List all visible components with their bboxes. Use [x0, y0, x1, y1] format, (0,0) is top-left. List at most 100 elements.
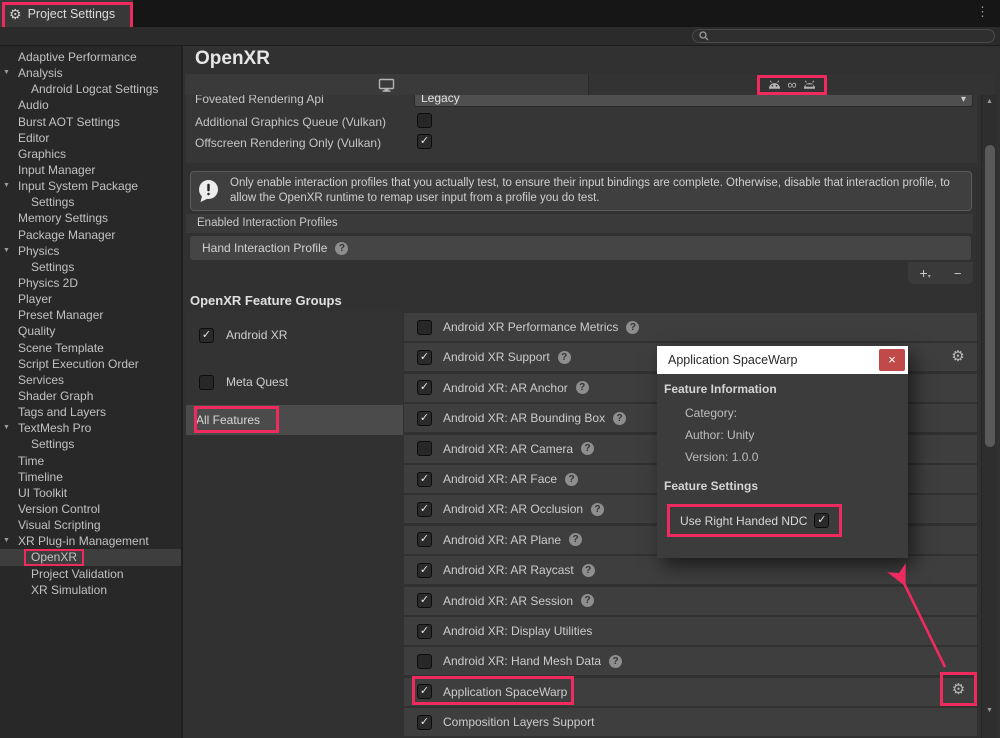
feature-checkbox[interactable]: ✓: [417, 593, 432, 608]
kebab-menu-icon[interactable]: ⋮: [976, 5, 989, 18]
feature-checkbox[interactable]: ✓: [417, 411, 432, 426]
feature-row-application-spacewarp: ✓Application SpaceWarp⚙: [404, 678, 977, 706]
close-icon[interactable]: ×: [879, 349, 905, 371]
add-profile-button[interactable]: +▾: [920, 266, 931, 280]
help-icon[interactable]: ?: [581, 442, 594, 455]
feature-checkbox[interactable]: ✓: [417, 350, 432, 365]
help-icon[interactable]: ?: [626, 321, 639, 334]
sidebar-item-memory-settings[interactable]: Memory Settings: [0, 210, 181, 226]
help-icon[interactable]: ?: [569, 533, 582, 546]
sidebar-item-android-logcat-settings[interactable]: Android Logcat Settings: [0, 81, 181, 97]
sidebar-item-script-execution-order[interactable]: Script Execution Order: [0, 356, 181, 372]
sidebar-item-label: Quality: [18, 324, 55, 338]
feature-checkbox[interactable]: ✓: [417, 380, 432, 395]
android-xr-group-checkbox[interactable]: ✓: [199, 328, 214, 343]
sidebar-item-adaptive-performance[interactable]: Adaptive Performance: [0, 49, 181, 65]
offscreen-rendering-checkbox[interactable]: ✓: [417, 134, 432, 149]
use-right-handed-ndc-checkbox[interactable]: ✓: [814, 513, 829, 528]
sidebar-item-tags-and-layers[interactable]: Tags and Layers: [0, 404, 181, 420]
feature-checkbox[interactable]: ✓: [417, 563, 432, 578]
sidebar-item-package-manager[interactable]: Package Manager: [0, 227, 181, 243]
help-icon[interactable]: ?: [558, 351, 571, 364]
sidebar-item-services[interactable]: Services: [0, 372, 181, 388]
feature-checkbox[interactable]: ✓: [417, 624, 432, 639]
settings-sidebar: Adaptive Performance▼AnalysisAndroid Log…: [0, 46, 181, 738]
sidebar-item-input-manager[interactable]: Input Manager: [0, 162, 181, 178]
search-input[interactable]: [709, 29, 983, 43]
foldout-arrow-icon[interactable]: ▼: [3, 243, 10, 259]
tab-desktop[interactable]: [185, 74, 589, 96]
help-icon[interactable]: ?: [576, 381, 589, 394]
foldout-arrow-icon[interactable]: ▼: [3, 420, 10, 436]
feature-checkbox[interactable]: [417, 320, 432, 335]
sidebar-item-burst-aot-settings[interactable]: Burst AOT Settings: [0, 114, 181, 130]
sidebar-list: Adaptive Performance▼AnalysisAndroid Log…: [0, 49, 181, 598]
sidebar-item-settings[interactable]: Settings: [0, 259, 181, 275]
sidebar-item-player[interactable]: Player: [0, 291, 181, 307]
group-meta-quest[interactable]: Meta Quest: [186, 359, 403, 405]
sidebar-item-shader-graph[interactable]: Shader Graph: [0, 388, 181, 404]
gear-icon[interactable]: ⚙: [950, 349, 966, 365]
help-icon[interactable]: ?: [335, 242, 348, 255]
gear-icon[interactable]: ⚙: [940, 672, 977, 706]
sidebar-item-xr-plug-in-management[interactable]: ▼XR Plug-in Management: [0, 533, 181, 549]
additional-graphics-queue-checkbox[interactable]: [417, 113, 432, 128]
foveated-rendering-dropdown[interactable]: Legacy ▾: [414, 95, 973, 107]
group-all-features[interactable]: All Features: [186, 405, 403, 435]
sidebar-item-settings[interactable]: Settings: [0, 436, 181, 452]
sidebar-item-editor[interactable]: Editor: [0, 130, 181, 146]
sidebar-item-openxr[interactable]: OpenXR: [0, 549, 181, 565]
feature-label: Android XR: AR Face: [443, 472, 557, 486]
sidebar-item-visual-scripting[interactable]: Visual Scripting: [0, 517, 181, 533]
sidebar-item-textmesh-pro[interactable]: ▼TextMesh Pro: [0, 420, 181, 436]
search-field[interactable]: [692, 29, 995, 43]
sidebar-item-graphics[interactable]: Graphics: [0, 146, 181, 162]
sidebar-item-audio[interactable]: Audio: [0, 97, 181, 113]
help-icon[interactable]: ?: [581, 594, 594, 607]
feature-label: Composition Layers Support: [443, 715, 594, 729]
scroll-up-icon[interactable]: ▲: [982, 98, 997, 105]
meta-quest-group-checkbox[interactable]: [199, 375, 214, 390]
scroll-down-icon[interactable]: ▼: [982, 707, 997, 714]
meta-quest-group-label: Meta Quest: [226, 375, 288, 389]
sidebar-item-label: Tags and Layers: [18, 405, 106, 419]
sidebar-item-scene-template[interactable]: Scene Template: [0, 340, 181, 356]
help-icon[interactable]: ?: [582, 564, 595, 577]
sidebar-item-analysis[interactable]: ▼Analysis: [0, 65, 181, 81]
sidebar-item-xr-simulation[interactable]: XR Simulation: [0, 582, 181, 598]
popup-titlebar[interactable]: Application SpaceWarp ×: [657, 346, 908, 374]
sidebar-item-input-system-package[interactable]: ▼Input System Package: [0, 178, 181, 194]
sidebar-item-timeline[interactable]: Timeline: [0, 469, 181, 485]
project-settings-tab[interactable]: ⚙ Project Settings: [0, 0, 133, 27]
help-icon[interactable]: ?: [591, 503, 604, 516]
sidebar-item-settings[interactable]: Settings: [0, 194, 181, 210]
feature-checkbox[interactable]: ✓: [417, 684, 432, 699]
help-icon[interactable]: ?: [565, 473, 578, 486]
sidebar-item-ui-toolkit[interactable]: UI Toolkit: [0, 485, 181, 501]
vertical-scrollbar[interactable]: ▲ ▼: [981, 95, 997, 738]
sidebar-item-preset-manager[interactable]: Preset Manager: [0, 307, 181, 323]
help-icon[interactable]: ?: [609, 655, 622, 668]
tab-android-xr[interactable]: ∞: [589, 74, 995, 96]
sidebar-item-version-control[interactable]: Version Control: [0, 501, 181, 517]
feature-checkbox[interactable]: ✓: [417, 502, 432, 517]
scrollbar-thumb[interactable]: [985, 145, 995, 447]
feature-checkbox[interactable]: [417, 441, 432, 456]
help-icon[interactable]: ?: [613, 412, 626, 425]
feature-checkbox[interactable]: ✓: [417, 715, 432, 730]
foldout-arrow-icon[interactable]: ▼: [3, 178, 10, 194]
sidebar-item-quality[interactable]: Quality: [0, 323, 181, 339]
feature-checkbox[interactable]: ✓: [417, 532, 432, 547]
group-android-xr[interactable]: ✓ Android XR: [186, 311, 403, 359]
hand-interaction-profile-row[interactable]: Hand Interaction Profile ?: [190, 236, 971, 260]
sidebar-item-time[interactable]: Time: [0, 453, 181, 469]
sidebar-item-label: Physics: [18, 244, 59, 258]
sidebar-item-project-validation[interactable]: Project Validation: [0, 566, 181, 582]
feature-checkbox[interactable]: [417, 654, 432, 669]
sidebar-item-physics-2d[interactable]: Physics 2D: [0, 275, 181, 291]
foldout-arrow-icon[interactable]: ▼: [3, 533, 10, 549]
foldout-arrow-icon[interactable]: ▼: [3, 65, 10, 81]
feature-checkbox[interactable]: ✓: [417, 472, 432, 487]
sidebar-item-physics[interactable]: ▼ Physics: [0, 243, 181, 259]
remove-profile-button[interactable]: −: [954, 267, 962, 280]
